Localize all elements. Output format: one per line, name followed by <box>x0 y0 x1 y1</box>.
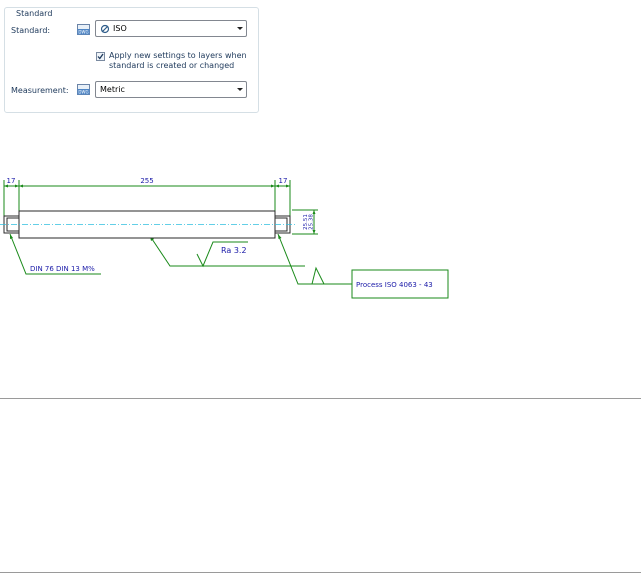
apply-settings-checkbox[interactable] <box>96 52 105 61</box>
dim-left-text: 17 <box>7 177 16 185</box>
standard-style-icon <box>100 24 110 34</box>
standard-label: Standard: <box>11 26 51 35</box>
chevron-down-icon[interactable] <box>237 88 243 91</box>
dim-middle-text: 255 <box>140 177 153 185</box>
apply-settings-line-1: Apply new settings to layers when <box>109 51 247 60</box>
shaft-drawing: 17 255 17 25.51 25.38 Ra 3.2 DIN 76 DIN … <box>0 177 449 299</box>
checkmark-icon <box>97 53 104 60</box>
roughness-text: Ra 3.2 <box>221 246 247 255</box>
dwg-icon: DWG <box>77 84 90 95</box>
standard-combo[interactable]: ISO <box>95 20 247 37</box>
dim-right-text: 17 <box>279 177 288 185</box>
chevron-down-icon[interactable] <box>237 27 243 30</box>
measurement-combo-value: Metric <box>100 85 125 94</box>
svg-text:DWG: DWG <box>78 90 88 95</box>
left-leader-text: DIN 76 DIN 13 M% <box>30 265 95 273</box>
dim-vertical-2-text: 25.38 <box>309 214 315 230</box>
measurement-combo[interactable]: Metric <box>95 81 247 98</box>
process-leader <box>277 233 352 285</box>
separator-top <box>0 398 641 399</box>
dwg-icon: DWG <box>77 24 90 35</box>
measurement-label: Measurement: <box>11 86 69 95</box>
apply-settings-line-2: standard is created or changed <box>109 61 235 70</box>
standard-legend: Standard <box>14 8 55 19</box>
svg-text:DWG: DWG <box>78 30 88 35</box>
standard-combo-value: ISO <box>113 24 127 33</box>
weld-symbol <box>311 266 325 285</box>
process-note-text: Process ISO 4063 - 43 <box>356 281 433 289</box>
apply-settings-label: Apply new settings to layers when standa… <box>109 51 259 71</box>
